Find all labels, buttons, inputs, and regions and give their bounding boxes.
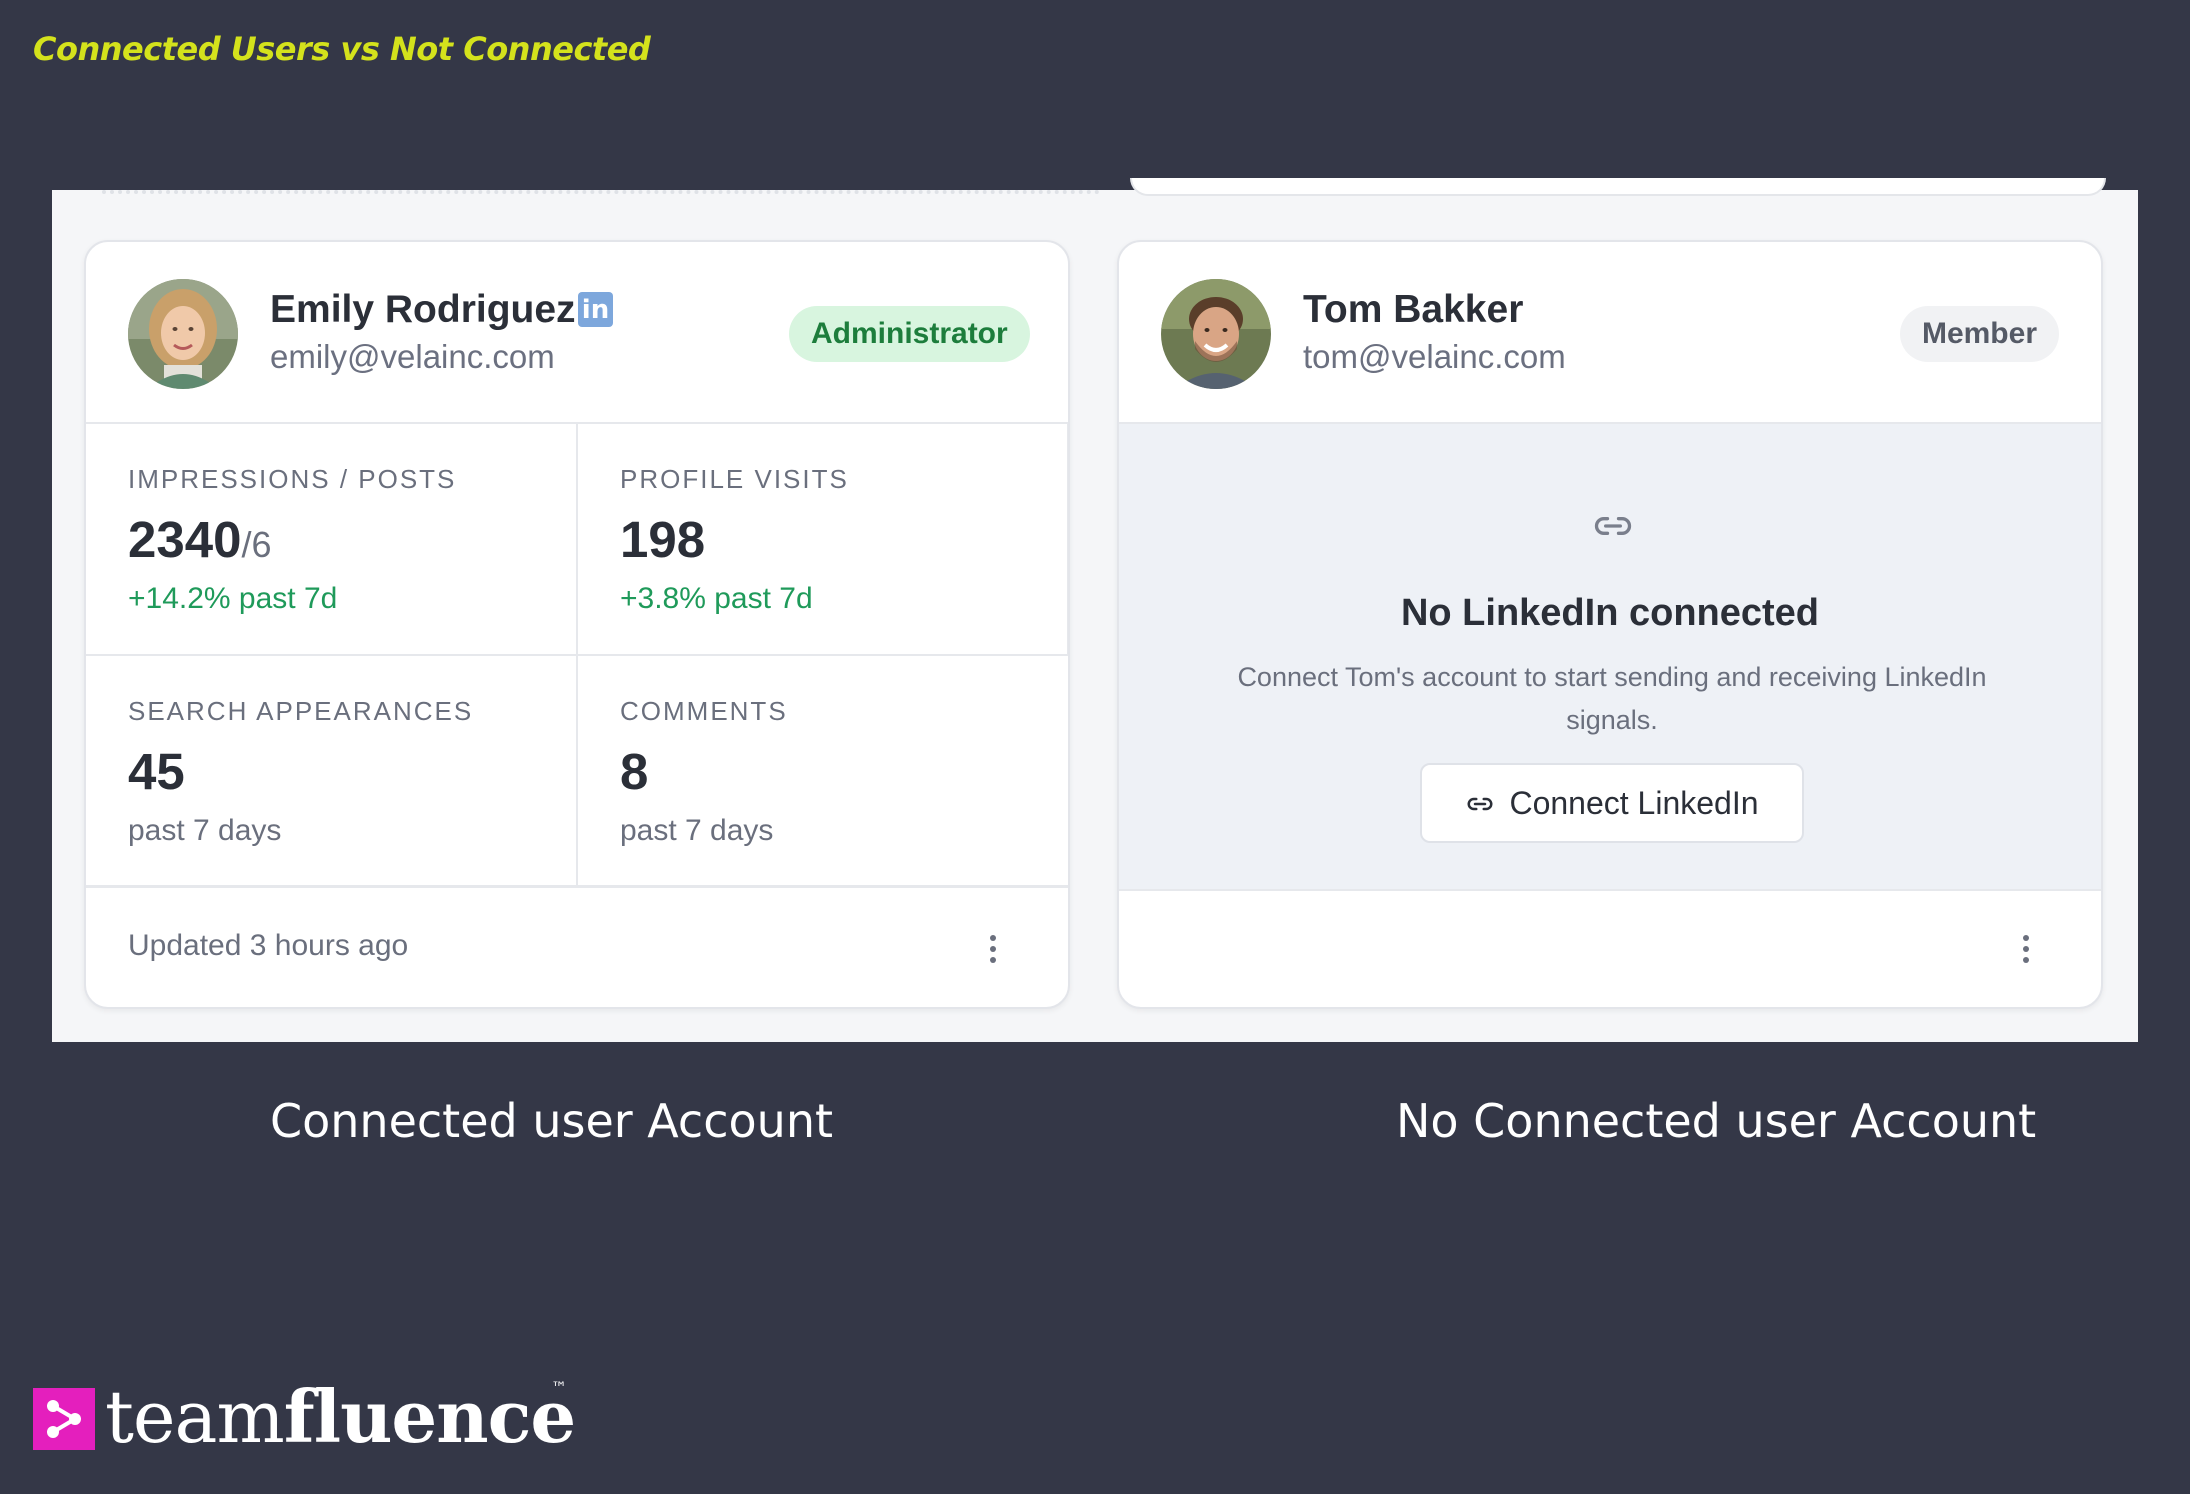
brand-word-light: team — [105, 1375, 285, 1459]
card-footer: Updated 3 hours ago — [86, 889, 1068, 1007]
stat-search-appearances: SEARCH APPEARANCES 45 past 7 days — [86, 656, 578, 888]
connected-user-card: Emily Rodriguez in emily@velainc.com Adm… — [84, 240, 1070, 1009]
stat-period: past 7 days — [128, 814, 282, 847]
empty-state-description: Connect Tom's account to start sending a… — [1237, 662, 1987, 735]
trademark: ™ — [551, 1378, 567, 1397]
stat-profile-visits: PROFILE VISITS 198 +3.8% past 7d — [578, 424, 1068, 656]
panel-card-edge — [1130, 178, 2106, 196]
card-header: Tom Bakker tom@velainc.com Member — [1119, 242, 2101, 424]
link-icon — [1465, 789, 1495, 819]
more-vertical-icon[interactable] — [978, 931, 1008, 971]
disconnected-user-card: Tom Bakker tom@velainc.com Member No Lin… — [1117, 240, 2103, 1009]
stat-label: PROFILE VISITS — [620, 464, 849, 494]
user-name: Tom Bakker — [1303, 288, 1524, 331]
stat-change: +3.8% past 7d — [620, 582, 813, 615]
teamfluence-logo-icon — [33, 1388, 95, 1450]
stat-impressions-posts: IMPRESSIONS / POSTS 2340/6 +14.2% past 7… — [86, 424, 578, 656]
panel-divider — [102, 190, 1100, 194]
stat-label: COMMENTS — [620, 696, 788, 726]
screenshot-panel: Emily Rodriguez in emily@velainc.com Adm… — [52, 178, 2138, 1042]
stat-change: +14.2% past 7d — [128, 582, 338, 615]
connect-linkedin-button[interactable]: Connect LinkedIn — [1420, 763, 1804, 843]
role-badge: Administrator — [789, 306, 1030, 362]
stat-label: IMPRESSIONS / POSTS — [128, 464, 457, 494]
user-email: tom@velainc.com — [1303, 338, 1566, 375]
avatar-photo-tom — [1161, 279, 1271, 389]
card-footer — [1119, 889, 2101, 1007]
avatar-photo-emily — [128, 279, 238, 389]
linkedin-icon[interactable]: in — [578, 292, 613, 327]
link-icon — [1591, 504, 1635, 548]
stat-value: 2340/6 — [128, 510, 272, 569]
connect-button-label: Connect LinkedIn — [1509, 785, 1759, 821]
stat-value-main: 2340 — [128, 511, 242, 568]
stat-comments: COMMENTS 8 past 7 days — [578, 656, 1068, 888]
caption-not-connected: No Connected user Account — [1396, 1094, 2037, 1148]
stat-value: 8 — [620, 743, 649, 800]
stat-period: past 7 days — [620, 814, 774, 847]
avatar — [128, 279, 238, 389]
empty-state: No LinkedIn connected Connect Tom's acco… — [1119, 424, 2101, 891]
stat-value-suffix: /6 — [241, 524, 272, 565]
brand-word-bold: fluence — [283, 1374, 576, 1459]
stat-label: SEARCH APPEARANCES — [128, 696, 474, 726]
user-name: Emily Rodriguez — [270, 288, 576, 331]
stat-value: 45 — [128, 743, 185, 800]
user-email: emily@velainc.com — [270, 338, 555, 375]
slide-title: Connected Users vs Not Connected — [33, 30, 651, 68]
avatar — [1161, 279, 1271, 389]
empty-state-title: No LinkedIn connected — [1400, 592, 1820, 634]
caption-connected: Connected user Account — [270, 1094, 834, 1148]
updated-timestamp: Updated 3 hours ago — [128, 929, 409, 962]
role-badge: Member — [1899, 306, 2059, 362]
more-vertical-icon[interactable] — [2011, 931, 2041, 971]
brand-wordmark: teamfluence — [105, 1374, 576, 1459]
card-header: Emily Rodriguez in emily@velainc.com Adm… — [86, 242, 1068, 424]
stat-value: 198 — [620, 511, 706, 568]
